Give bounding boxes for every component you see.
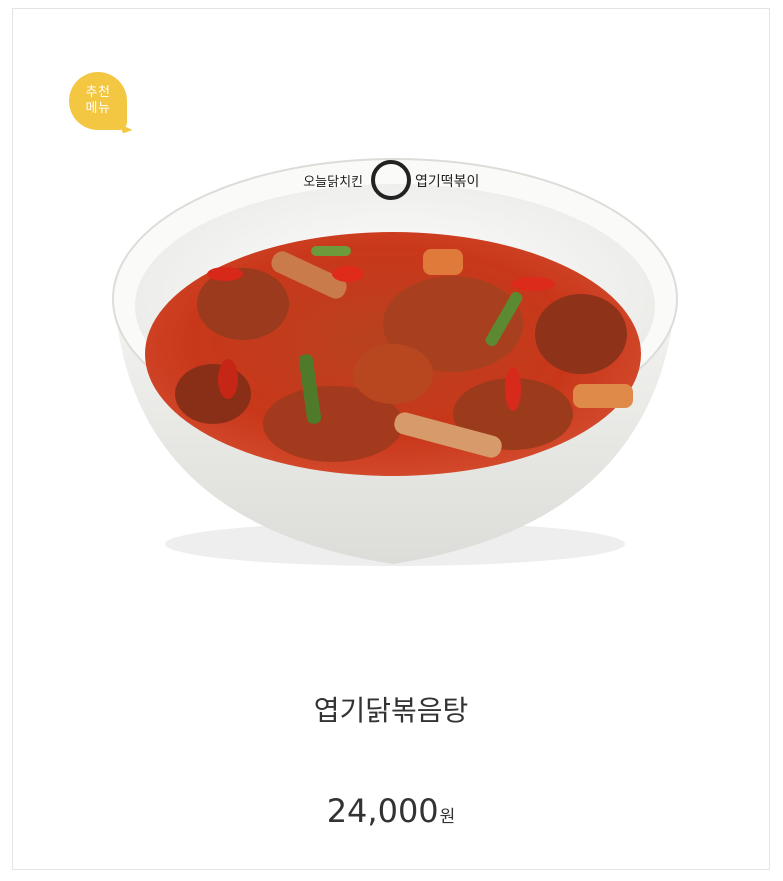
- recommended-badge: 추천 메뉴: [69, 72, 127, 130]
- product-name[interactable]: 엽기닭볶음탕: [13, 689, 769, 729]
- badge-line-2: 메뉴: [85, 101, 111, 116]
- bowl-brand-left: 오늘닭치킨: [303, 175, 363, 190]
- menu-card[interactable]: 추천 메뉴 오늘닭치킨 엽기떡볶이 엽기닭볶음탕 24,000원: [12, 8, 770, 870]
- price-value: 24,000: [326, 792, 439, 830]
- bowl-brand-right: 엽기떡볶이: [415, 174, 479, 190]
- price-currency: 원: [439, 807, 456, 827]
- badge-line-1: 추천: [85, 85, 111, 100]
- product-image[interactable]: 오늘닭치킨 엽기떡볶이: [93, 124, 693, 584]
- product-price: 24,000원: [13, 792, 769, 830]
